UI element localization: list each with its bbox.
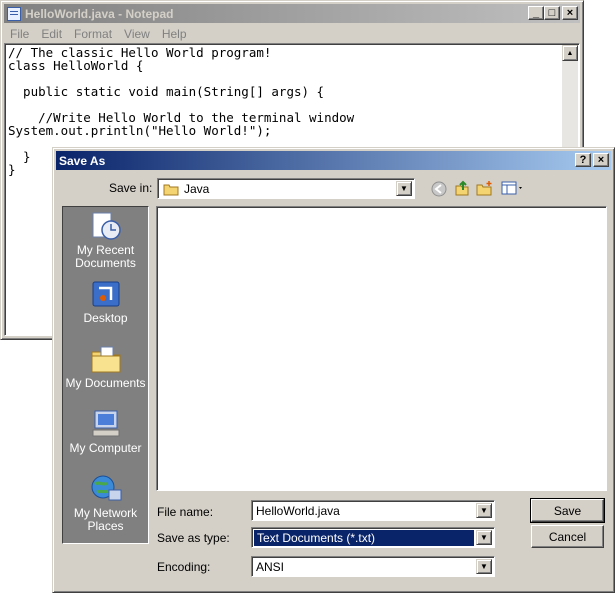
back-icon[interactable]: [430, 180, 448, 198]
place-label: My Network Places: [73, 506, 138, 533]
place-my-computer[interactable]: My Computer: [63, 409, 148, 455]
file-list[interactable]: [156, 206, 607, 491]
notepad-titlebar[interactable]: HelloWorld.java - Notepad _ □ ×: [4, 4, 580, 23]
scroll-up-icon[interactable]: ▲: [562, 45, 578, 61]
chevron-down-icon[interactable]: ▼: [476, 503, 492, 518]
menu-edit[interactable]: Edit: [35, 27, 68, 41]
place-desktop[interactable]: Desktop: [63, 279, 148, 325]
recent-documents-icon: [89, 211, 123, 241]
encoding-label: Encoding:: [157, 560, 211, 574]
up-folder-icon[interactable]: [453, 179, 471, 197]
file-name-input[interactable]: HelloWorld.java ▼: [251, 500, 495, 521]
menu-help[interactable]: Help: [156, 27, 193, 41]
save-as-titlebar[interactable]: Save As ? ×: [56, 151, 611, 170]
menu-file[interactable]: File: [4, 27, 35, 41]
place-recent-documents[interactable]: My Recent Documents: [63, 211, 148, 270]
place-label: My Documents: [65, 376, 146, 390]
save-as-title: Save As: [59, 153, 106, 168]
chevron-down-icon[interactable]: ▼: [476, 530, 492, 545]
desktop-icon: [89, 279, 123, 309]
file-name-label: File name:: [157, 505, 214, 519]
place-label: My Computer: [69, 441, 142, 455]
places-bar: My Recent Documents Desktop My Documents…: [62, 206, 149, 544]
maximize-button[interactable]: □: [544, 6, 560, 20]
help-button[interactable]: ?: [575, 153, 591, 167]
chevron-down-icon[interactable]: ▼: [396, 181, 412, 196]
place-label: Desktop: [83, 311, 128, 325]
view-menu-icon[interactable]: [501, 179, 525, 197]
minimize-button[interactable]: _: [528, 6, 544, 20]
network-places-icon: [89, 474, 123, 504]
save-in-combo[interactable]: Java ▼: [157, 178, 415, 199]
menu-view[interactable]: View: [118, 27, 156, 41]
menu-format[interactable]: Format: [68, 27, 118, 41]
notepad-menubar: File Edit Format View Help: [4, 24, 580, 43]
save-as-type-select[interactable]: Text Documents (*.txt) ▼: [251, 527, 495, 548]
my-documents-icon: [89, 344, 123, 374]
notepad-title: HelloWorld.java - Notepad: [25, 6, 174, 21]
place-my-documents[interactable]: My Documents: [63, 344, 148, 390]
notepad-icon: [7, 6, 21, 21]
dialog-close-button[interactable]: ×: [593, 153, 609, 167]
file-name-value: HelloWorld.java: [256, 504, 340, 518]
save-as-type-label: Save as type:: [157, 531, 230, 545]
encoding-select[interactable]: ANSI ▼: [251, 556, 495, 577]
save-button[interactable]: Save: [530, 498, 605, 523]
save-in-value: Java: [184, 182, 210, 196]
folder-icon: [163, 183, 179, 199]
save-as-type-value: Text Documents (*.txt): [254, 530, 474, 546]
place-network-places[interactable]: My Network Places: [63, 474, 148, 533]
chevron-down-icon[interactable]: ▼: [476, 559, 492, 574]
close-button[interactable]: ×: [562, 6, 578, 20]
my-computer-icon: [89, 409, 123, 439]
cancel-button[interactable]: Cancel: [531, 525, 604, 548]
new-folder-icon[interactable]: [476, 179, 494, 197]
save-as-dialog: Save As ? × Save in: Java ▼ My Recent Do…: [52, 147, 615, 593]
place-label: My Recent Documents: [75, 243, 136, 270]
save-in-label: Save in:: [109, 181, 153, 195]
encoding-value: ANSI: [256, 560, 285, 574]
